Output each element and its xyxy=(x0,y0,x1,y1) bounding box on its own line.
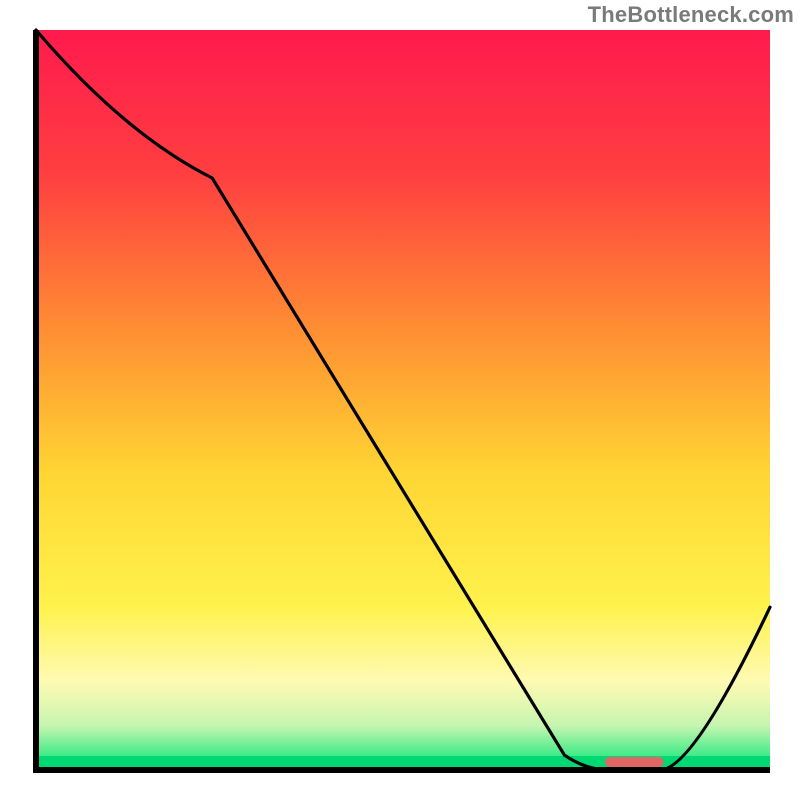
optimal-marker xyxy=(605,757,664,767)
bottleneck-chart xyxy=(0,0,800,800)
watermark-text: TheBottleneck.com xyxy=(588,2,794,28)
chart-container: TheBottleneck.com xyxy=(0,0,800,800)
gradient-background xyxy=(36,30,770,770)
